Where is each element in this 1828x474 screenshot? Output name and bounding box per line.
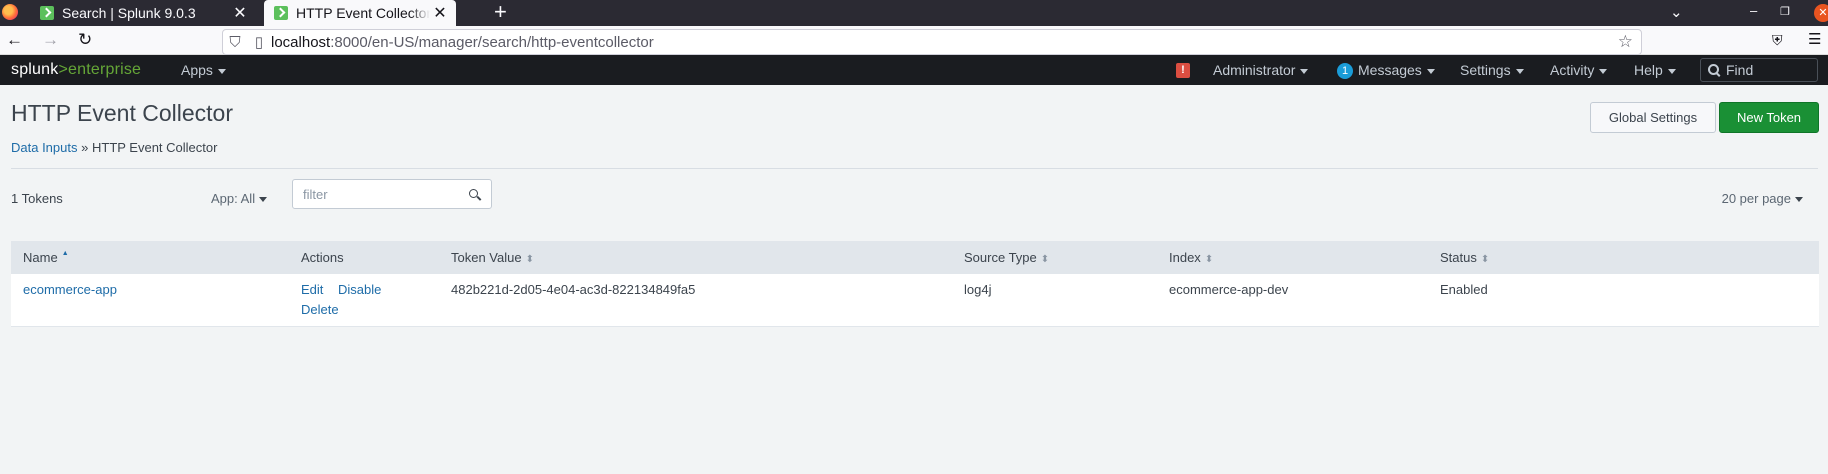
browser-tab-bar: Search | Splunk 9.0.3 ✕ HTTP Event Colle… xyxy=(0,0,1828,26)
divider xyxy=(11,168,1818,169)
page-title: HTTP Event Collector xyxy=(11,100,233,126)
new-tab-icon[interactable]: + xyxy=(494,1,507,23)
splunk-top-bar: splunk>enterprise Apps ! Administrator 1… xyxy=(0,55,1828,85)
column-header-source-type[interactable]: Source Type xyxy=(964,250,1049,265)
edit-link[interactable]: Edit xyxy=(301,282,323,297)
per-page-dropdown[interactable]: 20 per page xyxy=(1722,191,1803,206)
column-header-index[interactable]: Index xyxy=(1169,250,1213,265)
splunk-favicon-icon xyxy=(40,6,54,20)
close-tab-icon[interactable]: ✕ xyxy=(430,3,450,23)
breadcrumb-separator: » xyxy=(81,140,89,155)
tab-title: Search | Splunk 9.0.3 xyxy=(62,5,196,21)
pocket-icon[interactable]: ⛨ xyxy=(1772,29,1783,51)
source-type-value: log4j xyxy=(964,282,992,297)
table-row: ecommerce-app Edit Disable Delete 482b22… xyxy=(11,274,1819,327)
column-header-token-value[interactable]: Token Value xyxy=(451,250,534,265)
tab-title: HTTP Event Collector | Splunk xyxy=(296,5,430,21)
new-token-button[interactable]: New Token xyxy=(1719,102,1819,133)
splunk-logo[interactable]: splunk>enterprise xyxy=(11,61,141,79)
column-header-actions: Actions xyxy=(301,250,344,265)
browser-nav-bar: ← → ↻ ⛉ ▯ localhost:8000/en-US/manager/s… xyxy=(0,26,1828,55)
breadcrumb: Data Inputs » HTTP Event Collector xyxy=(11,140,217,155)
minimize-icon[interactable]: – xyxy=(1750,3,1757,18)
disable-link[interactable]: Disable xyxy=(338,282,381,297)
settings-menu[interactable]: Settings xyxy=(1460,55,1524,85)
app-filter-dropdown[interactable]: App: All xyxy=(211,191,267,206)
logo-separator: > xyxy=(58,61,68,78)
user-menu[interactable]: Administrator xyxy=(1213,55,1308,85)
logo-sub: enterprise xyxy=(68,61,142,78)
global-settings-button[interactable]: Global Settings xyxy=(1590,102,1716,133)
messages-menu[interactable]: 1 Messages xyxy=(1337,55,1435,85)
alert-icon[interactable]: ! xyxy=(1176,63,1190,78)
find-placeholder: Find xyxy=(1726,62,1754,78)
status-value: Enabled xyxy=(1440,282,1488,297)
browser-tab-search[interactable]: Search | Splunk 9.0.3 ✕ xyxy=(30,0,256,26)
token-value: 482b221d-2d05-4e04-ac3d-822134849fa5 xyxy=(451,282,696,297)
main-content: HTTP Event Collector Data Inputs » HTTP … xyxy=(0,85,1828,449)
token-count: 1 Tokens xyxy=(11,191,63,206)
table-header: Name Actions Token Value Source Type Ind… xyxy=(11,241,1819,274)
forward-icon[interactable]: → xyxy=(42,29,59,51)
token-name-link[interactable]: ecommerce-app xyxy=(23,282,117,297)
column-header-status[interactable]: Status xyxy=(1440,250,1489,265)
column-header-name[interactable]: Name xyxy=(23,250,69,265)
apps-menu[interactable]: Apps xyxy=(181,55,226,85)
shield-icon[interactable]: ⛉ xyxy=(223,34,247,51)
splunk-favicon-icon xyxy=(274,6,288,20)
breadcrumb-data-inputs-link[interactable]: Data Inputs xyxy=(11,140,78,155)
bookmark-star-icon[interactable]: ☆ xyxy=(1618,32,1633,52)
logo-main: splunk xyxy=(11,61,59,78)
firefox-logo-icon xyxy=(2,4,18,20)
url-bar[interactable]: ⛉ ▯ localhost:8000/en-US/manager/search/… xyxy=(222,29,1642,55)
page-info-icon[interactable]: ▯ xyxy=(247,33,271,51)
search-icon xyxy=(1708,64,1720,76)
tab-list-chevron-icon[interactable]: ⌄ xyxy=(1670,3,1683,21)
find-input[interactable]: Find xyxy=(1700,58,1818,82)
help-menu[interactable]: Help xyxy=(1634,55,1676,85)
messages-label: Messages xyxy=(1358,62,1422,78)
window-close-icon[interactable]: ✕ xyxy=(1814,4,1828,22)
reload-icon[interactable]: ↻ xyxy=(78,29,92,51)
filter-input[interactable] xyxy=(301,186,465,203)
tokens-table: Name Actions Token Value Source Type Ind… xyxy=(11,241,1819,327)
search-icon[interactable] xyxy=(469,189,481,201)
messages-count-badge: 1 xyxy=(1337,63,1353,80)
menu-icon[interactable]: ☰ xyxy=(1808,29,1821,51)
browser-tab-http-event-collector[interactable]: HTTP Event Collector | Splunk ✕ xyxy=(264,0,456,26)
filter-field[interactable] xyxy=(292,179,492,209)
url-path: :8000/en-US/manager/search/http-eventcol… xyxy=(330,33,654,51)
activity-menu[interactable]: Activity xyxy=(1550,55,1607,85)
restore-icon[interactable]: ❐ xyxy=(1780,5,1790,18)
back-icon[interactable]: ← xyxy=(6,29,23,51)
close-tab-icon[interactable]: ✕ xyxy=(230,3,250,23)
delete-link[interactable]: Delete xyxy=(301,302,339,317)
breadcrumb-current: HTTP Event Collector xyxy=(91,140,218,155)
index-value: ecommerce-app-dev xyxy=(1169,282,1289,297)
url-host: localhost xyxy=(271,33,331,51)
